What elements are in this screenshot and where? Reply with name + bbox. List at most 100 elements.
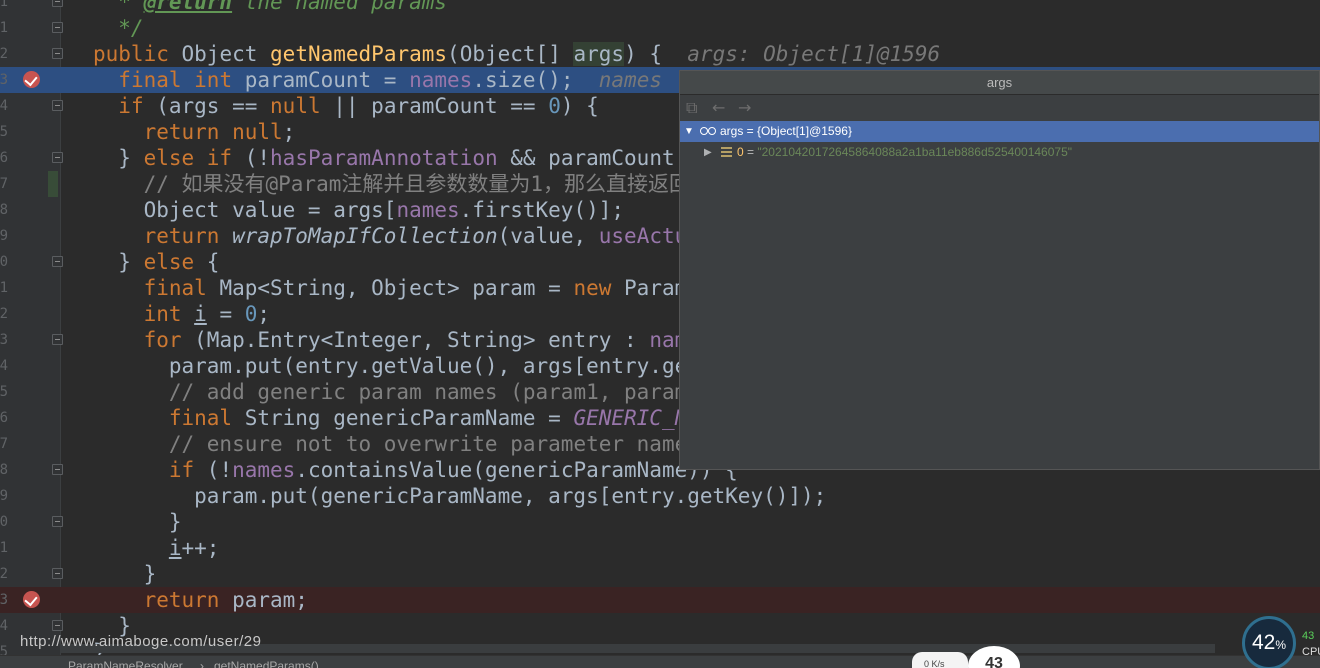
code-text[interactable]: */	[93, 15, 143, 41]
code-text[interactable]: i++;	[93, 535, 220, 561]
layout-icon[interactable]: ⧉	[686, 99, 697, 117]
fold-icon[interactable]	[52, 0, 63, 7]
fold-icon[interactable]	[52, 100, 63, 111]
tree-node-args[interactable]: ▼ args = {Object[1]@1596}	[680, 121, 1319, 142]
line-number[interactable]: 7	[0, 431, 8, 457]
fold-icon[interactable]	[52, 256, 63, 267]
arrow-right-icon[interactable]: →	[738, 99, 751, 117]
code-token: wrapToMapIfCollection	[232, 224, 498, 248]
code-text[interactable]: public Object getNamedParams(Object[] ar…	[93, 41, 940, 67]
code-token: return	[143, 588, 233, 612]
code-text[interactable]: } else {	[93, 249, 219, 275]
line-number[interactable]: 2	[0, 41, 8, 67]
inline-debug-value: args: Object[1]@1596	[687, 42, 941, 66]
code-text[interactable]: } else if (!hasParamAnnotation && paramC…	[93, 145, 776, 171]
line-number[interactable]: 5	[0, 119, 8, 145]
code-text[interactable]: return param;	[93, 587, 308, 613]
tree-node-value: "20210420172645864088a2a1ba11eb886d52540…	[757, 145, 1072, 159]
cpu-side-readout: 43 CPU	[1302, 628, 1320, 660]
line-number[interactable]: 1	[0, 15, 8, 41]
fold-icon[interactable]	[52, 22, 63, 33]
line-number[interactable]: 2	[0, 301, 8, 327]
line-number[interactable]: 2	[0, 561, 8, 587]
code-text[interactable]: if (args == null || paramCount == 0) {	[93, 93, 599, 119]
code-text[interactable]: Object value = args[names.firstKey()];	[93, 197, 624, 223]
breadcrumb-method[interactable]: getNamedParams()	[214, 656, 319, 668]
vcs-change-marker[interactable]	[48, 171, 58, 197]
line-number[interactable]: 1	[0, 275, 8, 301]
code-line[interactable]: 9 param.put(genericParamName, args[entry…	[0, 483, 1320, 509]
line-number[interactable]: 0	[0, 509, 8, 535]
tree-node-value: {Object[1]@1596}	[757, 124, 852, 138]
code-line[interactable]: 0 }	[0, 509, 1320, 535]
code-token: .firstKey()];	[459, 198, 625, 222]
code-token: String genericParamName =	[244, 406, 574, 430]
code-token: || paramCount ==	[333, 94, 549, 118]
cpu-percent: 42	[1251, 631, 1276, 654]
fold-icon[interactable]	[52, 464, 63, 475]
expanded-triangle-icon[interactable]: ▼	[684, 121, 694, 142]
line-number[interactable]: 8	[0, 457, 8, 483]
code-text[interactable]: * @return the named params	[93, 0, 447, 15]
code-line[interactable]: 1 * @return the named params	[0, 0, 1320, 15]
code-text[interactable]: // add generic param names (param1, para…	[93, 379, 776, 405]
code-text[interactable]: if (!names.containsValue(genericParamNam…	[93, 457, 738, 483]
code-token: final	[168, 406, 245, 430]
fold-icon[interactable]	[52, 48, 63, 59]
fold-icon[interactable]	[52, 620, 63, 631]
code-token: ) {	[560, 94, 599, 118]
line-number[interactable]: 9	[0, 223, 8, 249]
code-line[interactable]: 3 return param;	[0, 587, 1320, 613]
arrow-left-icon[interactable]: ←	[712, 99, 725, 117]
fold-icon[interactable]	[52, 568, 63, 579]
code-token: if	[118, 94, 157, 118]
code-token: }	[93, 510, 182, 534]
line-number[interactable]: 3	[0, 587, 8, 613]
line-number[interactable]: 1	[0, 535, 8, 561]
tree-node-element-0[interactable]: ▶ 0 = "20210420172645864088a2a1ba11eb886…	[680, 142, 1319, 163]
line-number[interactable]: 4	[0, 93, 8, 119]
breadcrumb-class[interactable]: ParamNameResolver	[68, 656, 183, 668]
line-number[interactable]: 4	[0, 353, 8, 379]
code-line[interactable]: 2 public Object getNamedParams(Object[] a…	[0, 41, 1320, 67]
code-token: {	[206, 250, 220, 274]
fold-icon[interactable]	[52, 334, 63, 345]
line-number[interactable]: 0	[0, 249, 8, 275]
code-text[interactable]: param.put(genericParamName, args[entry.g…	[93, 483, 826, 509]
code-line[interactable]: 1 i++;	[0, 535, 1320, 561]
code-text[interactable]: }	[93, 561, 157, 587]
collapsed-triangle-icon[interactable]: ▶	[704, 142, 712, 163]
breakpoint-icon[interactable]	[23, 71, 40, 88]
code-token: else	[143, 250, 207, 274]
line-number[interactable]: 8	[0, 197, 8, 223]
inline-debug-value: names	[598, 68, 662, 92]
fold-icon[interactable]	[52, 152, 63, 163]
breakpoint-icon[interactable]	[23, 591, 40, 608]
fold-icon[interactable]	[52, 516, 63, 527]
line-number[interactable]: 3	[0, 67, 8, 93]
code-line[interactable]: 1 */	[0, 15, 1320, 41]
code-token: public	[93, 42, 182, 66]
code-token: for	[143, 328, 195, 352]
line-number[interactable]: 1	[0, 0, 8, 15]
code-text[interactable]: return null;	[93, 119, 296, 145]
code-token: int	[143, 302, 195, 326]
line-number[interactable]: 9	[0, 483, 8, 509]
code-text[interactable]: int i = 0;	[93, 301, 270, 327]
code-token: (value,	[497, 224, 599, 248]
line-number[interactable]: 5	[0, 379, 8, 405]
tree-node-name: 0	[737, 145, 744, 159]
code-token: final int	[118, 68, 245, 92]
code-text[interactable]: // 如果没有@Param注解并且参数数量为1，那么直接返回	[93, 171, 690, 197]
code-line[interactable]: 2 }	[0, 561, 1320, 587]
code-text[interactable]: final int paramCount = names.size(); nam…	[93, 67, 662, 93]
code-token: }	[93, 146, 144, 170]
line-number[interactable]: 6	[0, 405, 8, 431]
line-number[interactable]: 4	[0, 613, 8, 639]
line-number[interactable]: 6	[0, 145, 8, 171]
code-token: ++;	[181, 536, 220, 560]
line-number[interactable]: 7	[0, 171, 8, 197]
line-number[interactable]: 3	[0, 327, 8, 353]
code-text[interactable]: }	[93, 509, 182, 535]
